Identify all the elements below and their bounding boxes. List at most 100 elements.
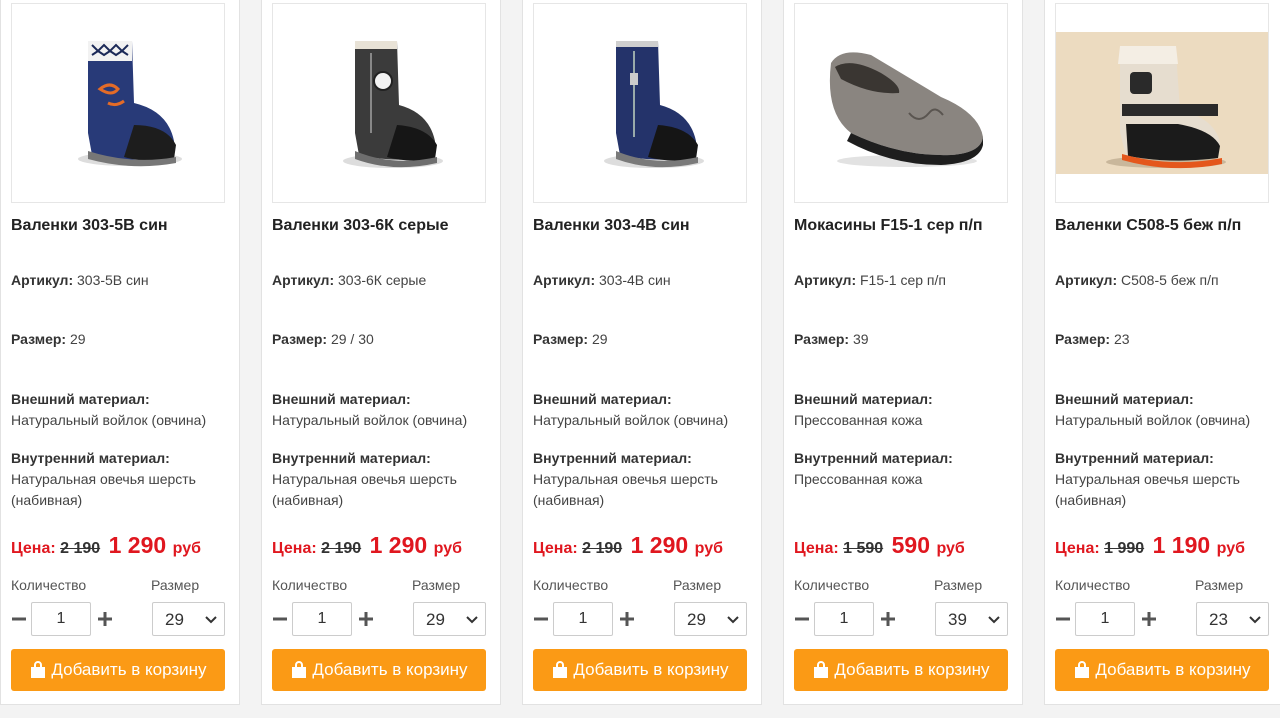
size-label: Размер: [533,331,589,347]
inner-material-label: Внутренний материал: [11,450,170,466]
outer-material-value: Натуральный войлок (овчина) [533,412,729,428]
article-label: Артикул: [533,272,596,288]
size-row: Размер: 23 [1055,329,1273,350]
size-select-value: 29 [165,610,184,629]
quantity-stepper [272,602,382,636]
outer-material-label: Внешний материал: [11,391,150,407]
size-value: 23 [1113,331,1130,347]
size-select-label: Размер [412,577,461,593]
product-title[interactable]: Валенки С508-5 беж п/п [1055,217,1273,235]
minus-icon[interactable] [1055,602,1071,636]
product-image[interactable] [794,3,1008,203]
product-image[interactable] [272,3,486,203]
price-row: Цена: 1 990 1 190 руб [1055,532,1273,559]
size-select[interactable]: 29 [413,602,486,636]
add-to-cart-button[interactable]: Добавить в корзину [11,649,225,691]
size-select-label: Размер [673,577,722,593]
add-to-cart-button[interactable]: Добавить в корзину [533,649,747,691]
product-image[interactable] [1055,3,1269,203]
plus-icon[interactable] [1141,602,1157,636]
article-label: Артикул: [794,272,857,288]
outer-material-value: Прессованная кожа [794,412,923,428]
size-select-label: Размер [934,577,983,593]
inner-material-row: Внутренний материал: Натуральная овечья … [1055,448,1273,511]
add-to-cart-button[interactable]: Добавить в корзину [794,649,1008,691]
gray-felt-boot-icon [343,41,443,168]
product-card: Мокасины F15-1 сер п/п Артикул: F15-1 се… [783,0,1023,705]
size-select[interactable]: 39 [935,602,1008,636]
product-card: Валенки 303-6К серые Артикул: 303-6К сер… [261,0,501,705]
new-price: 1 290 [108,532,167,558]
inner-material-row: Внутренний материал: Натуральная овечья … [272,448,490,511]
chevron-down-icon [204,612,218,631]
article-value: 303-4В син [599,272,671,288]
quantity-label: Количество [533,577,609,593]
size-select-label: Размер [151,577,200,593]
article-row: Артикул: 303-4В син [533,270,751,291]
outer-material-value: Натуральный войлок (овчина) [1055,412,1251,428]
plus-icon[interactable] [619,602,635,636]
size-select-value: 39 [948,610,967,629]
shopping-bag-icon [1073,661,1091,679]
minus-icon[interactable] [533,602,549,636]
outer-material-label: Внешний материал: [1055,391,1194,407]
product-title[interactable]: Валенки 303-6К серые [272,217,490,235]
size-row: Размер: 39 [794,329,1012,350]
product-grid: Валенки 303-5В син Артикул: 303-5В син Р… [0,0,1280,718]
new-price: 1 190 [1152,532,1211,558]
price-currency: руб [936,540,965,557]
inner-material-value: Натуральная овечья шерсть (набивная) [11,471,196,508]
old-price: 1 990 [1104,540,1145,557]
minus-icon[interactable] [11,602,27,636]
size-select[interactable]: 23 [1196,602,1269,636]
add-to-cart-button[interactable]: Добавить в корзину [272,649,486,691]
chevron-down-icon [465,612,479,631]
product-card: Валенки 303-4В син Артикул: 303-4В син Р… [522,0,762,705]
plus-icon[interactable] [97,602,113,636]
plus-icon[interactable] [880,602,896,636]
size-value: 29 [69,331,86,347]
price-currency: руб [1216,540,1245,557]
size-row: Размер: 29 [533,329,751,350]
shopping-bag-icon [551,661,569,679]
outer-material-value: Натуральный войлок (овчина) [11,412,207,428]
add-to-cart-label: Добавить в корзину [573,660,729,679]
outer-material-label: Внешний материал: [533,391,672,407]
quantity-input[interactable] [553,602,613,636]
price-row: Цена: 2 190 1 290 руб [272,532,490,559]
minus-icon[interactable] [794,602,810,636]
product-image[interactable] [11,3,225,203]
article-label: Артикул: [11,272,74,288]
minus-icon[interactable] [272,602,288,636]
size-select[interactable]: 29 [152,602,225,636]
size-label: Размер: [1055,331,1111,347]
price-label: Цена: [272,540,317,557]
chevron-down-icon [1248,612,1262,631]
outer-material-value: Натуральный войлок (овчина) [272,412,468,428]
size-select[interactable]: 29 [674,602,747,636]
article-row: Артикул: 303-6К серые [272,270,490,291]
shopping-bag-icon [29,661,47,679]
product-title[interactable]: Валенки 303-4В син [533,217,751,235]
article-value: 303-5В син [77,272,149,288]
product-title[interactable]: Валенки 303-5В син [11,217,229,235]
quantity-input[interactable] [292,602,352,636]
quantity-input[interactable] [31,602,91,636]
size-select-value: 23 [1209,610,1228,629]
size-label: Размер: [11,331,67,347]
add-to-cart-button[interactable]: Добавить в корзину [1055,649,1269,691]
price-row: Цена: 2 190 1 290 руб [11,532,229,559]
price-currency: руб [433,540,462,557]
outer-material-row: Внешний материал: Натуральный войлок (ов… [11,389,229,431]
product-title[interactable]: Мокасины F15-1 сер п/п [794,217,1012,235]
old-price: 2 190 [321,540,362,557]
quantity-input[interactable] [814,602,874,636]
inner-material-value: Натуральная овечья шерсть (набивная) [272,471,457,508]
plus-icon[interactable] [358,602,374,636]
product-image[interactable] [533,3,747,203]
article-row: Артикул: F15-1 сер п/п [794,270,1012,291]
add-to-cart-label: Добавить в корзину [834,660,990,679]
add-to-cart-label: Добавить в корзину [312,660,468,679]
quantity-input[interactable] [1075,602,1135,636]
product-card: Валенки С508-5 беж п/п Артикул: С508-5 б… [1044,0,1280,705]
